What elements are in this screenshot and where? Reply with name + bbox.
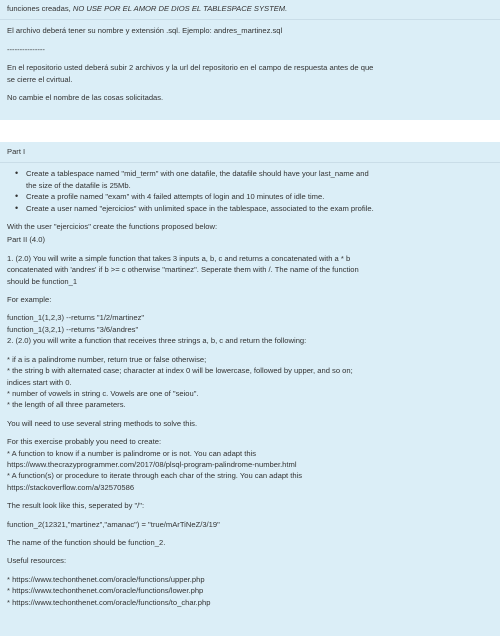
naming-warning: No cambie el nombre de las cosas solicit… <box>7 93 164 103</box>
divider <box>0 162 500 164</box>
warning-emphasis: NO USE POR EL AMOR DE DIOS EL TABLESPACE… <box>72 4 288 13</box>
part1-heading: Part I <box>7 147 26 156</box>
for-example-label: For example: <box>7 295 52 305</box>
exercise-iterate-hint: * A function(s) or procedure to iterate … <box>7 471 303 481</box>
repository-note-line2: se cierre el cvirtual. <box>7 74 73 84</box>
task-user: Create a user named "ejercicios" with un… <box>15 203 494 215</box>
resource-link-to-char[interactable]: * https://www.techonthenet.com/oracle/fu… <box>7 597 494 608</box>
exercise-intro: For this exercise probably you need to c… <box>7 437 162 447</box>
resource-link-lower[interactable]: * https://www.techonthenet.com/oracle/fu… <box>7 585 494 596</box>
task-tablespace-text-cont: the size of the datafile is 25Mb. <box>26 180 131 190</box>
question2-intro: 2. (2.0) you will write a function that … <box>7 336 307 346</box>
task-tablespace-text: Create a tablespace named "mid_term" wit… <box>26 169 369 179</box>
warning-prefix: funciones creadas, <box>7 4 73 13</box>
palindrome-link[interactable]: https://www.thecrazyprogrammer.com/2017/… <box>7 459 494 470</box>
resource-link-upper[interactable]: * https://www.techonthenet.com/oracle/fu… <box>7 574 494 585</box>
part1-task-list: Create a tablespace named "mid_term" wit… <box>7 168 494 214</box>
dash-separator: --------------- <box>7 44 45 54</box>
question2-item2: * the string b with alternated case; cha… <box>7 366 353 376</box>
question2-item4: * the length of all three parameters. <box>7 400 126 410</box>
tablespace-warning: funciones creadas, NO USE POR EL AMOR DE… <box>7 3 494 14</box>
divider <box>0 19 500 21</box>
part2-heading: Part II (4.0) <box>7 235 45 245</box>
with-user-instruction: With the user "ejercicios" create the fu… <box>7 222 218 232</box>
result-intro: The result look like this, seperated by … <box>7 501 145 511</box>
repository-note-line1: En el repositorio usted deberá subir 2 a… <box>7 63 374 73</box>
task-profile: Create a profile named "exam" with 4 fai… <box>15 191 494 203</box>
example2: function_1(3,2,1) --returns "3/6/andres" <box>7 324 139 334</box>
stackoverflow-link[interactable]: https://stackoverflow.com/a/32570586 <box>7 482 494 493</box>
question1-line1: 1. (2.0) You will write a simple functio… <box>7 253 351 263</box>
function2-name-note: The name of the function should be funct… <box>7 537 166 547</box>
string-methods-note: You will need to use several string meth… <box>7 418 198 428</box>
exam-description-panel: Part I Create a tablespace named "mid_te… <box>0 142 500 636</box>
example1: function_1(1,2,3) --returns "1/2/martine… <box>7 313 145 323</box>
file-naming-note: El archivo deberá tener su nombre y exte… <box>7 26 283 36</box>
question2-item2-cont: indices start with 0. <box>7 377 72 387</box>
question1-line3: should be function_1 <box>7 276 78 286</box>
exercise-palindrome-hint: * A function to know if a number is pali… <box>7 448 257 458</box>
instructions-panel-spanish: funciones creadas, NO USE POR EL AMOR DE… <box>0 0 500 120</box>
question2-item1: * if a is a palindrome number, return tr… <box>7 354 207 364</box>
question1-line2: concatenated with 'andres' if b >= c oth… <box>7 265 359 275</box>
question2-item3: * number of vowels in string c. Vowels a… <box>7 388 199 398</box>
useful-resources-label: Useful resources: <box>7 556 67 566</box>
task-tablespace: Create a tablespace named "mid_term" wit… <box>15 168 494 191</box>
result-example: function_2(12321,"martinez","amanac") = … <box>7 519 220 529</box>
